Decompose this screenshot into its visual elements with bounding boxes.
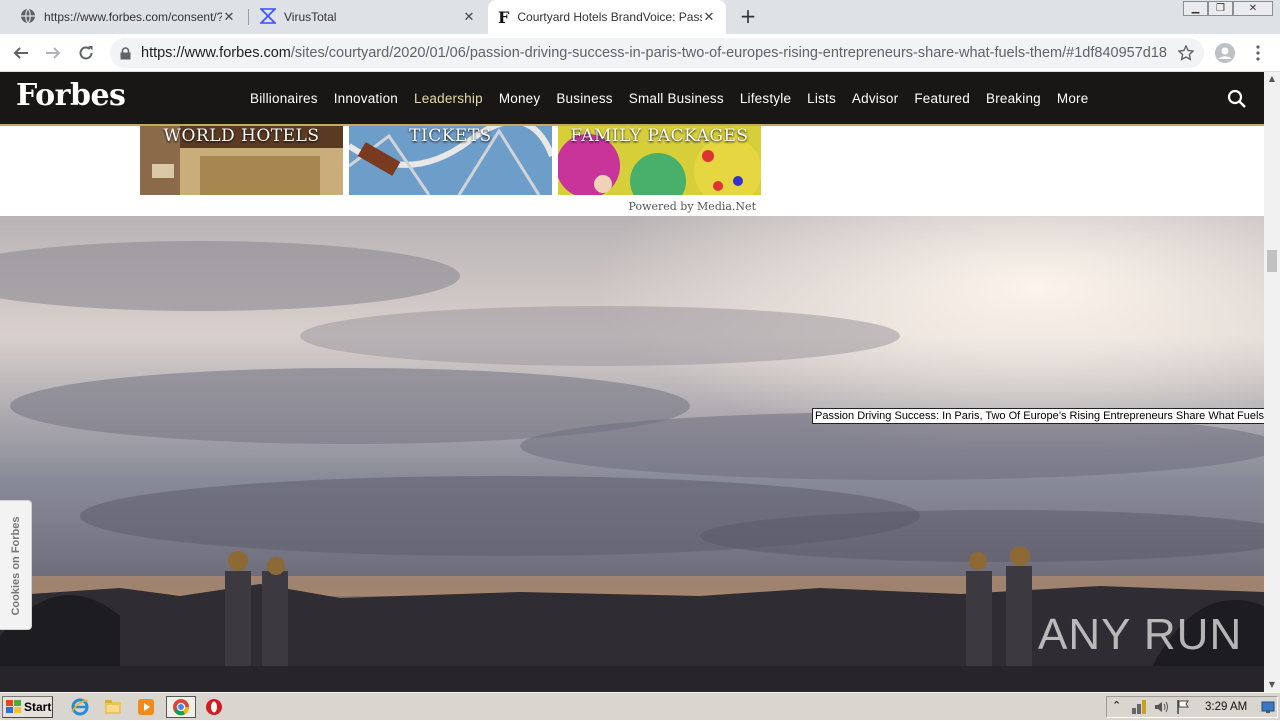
ad-label: FAMILY PACKAGES	[570, 126, 749, 146]
browser-toolbar: https://www.forbes.com/sites/courtyard/2…	[0, 34, 1280, 72]
page-scrollbar[interactable]: ▲ ▼	[1264, 72, 1280, 692]
start-label: Start	[24, 700, 52, 714]
title-tooltip: Passion Driving Success: In Paris, Two O…	[812, 408, 1280, 424]
file-explorer-icon[interactable]	[103, 697, 123, 717]
network-icon[interactable]	[1131, 699, 1147, 715]
avatar-icon	[1215, 43, 1235, 63]
windows-flag-icon	[6, 700, 21, 713]
tab-virustotal[interactable]: VirusTotal ✕	[250, 0, 486, 34]
browser-tab-strip: https://www.forbes.com/consent/?t ✕ Viru…	[0, 0, 1280, 34]
tab-title: https://www.forbes.com/consent/?t	[44, 10, 222, 24]
scroll-down-arrow-icon[interactable]: ▼	[1264, 678, 1280, 692]
ad-tile-family-packages[interactable]: FAMILY PACKAGES	[558, 126, 761, 195]
profile-button[interactable]	[1214, 42, 1236, 64]
nav-item-innovation[interactable]: Innovation	[326, 91, 406, 106]
browser-menu-button[interactable]	[1247, 42, 1269, 64]
cookies-on-forbes-tab[interactable]: Cookies on Forbes	[0, 500, 32, 630]
nav-item-billionaires[interactable]: Billionaires	[242, 91, 326, 106]
show-desktop-icon[interactable]	[1261, 700, 1275, 714]
lock-icon	[120, 46, 131, 59]
close-icon[interactable]: ✕	[462, 9, 476, 25]
powered-by-label[interactable]: Powered by Media.Net	[560, 200, 756, 213]
url-text: https://www.forbes.com/sites/courtyard/2…	[141, 45, 1167, 61]
arrow-left-icon	[13, 47, 28, 59]
forbes-header: Forbes Billionaires Innovation Leadershi…	[0, 72, 1264, 126]
nav-item-advisor[interactable]: Advisor	[844, 91, 906, 106]
chrome-taskbar-button[interactable]	[166, 696, 196, 718]
url-path: /sites/courtyard/2020/01/06/passion-driv…	[290, 45, 1167, 61]
nav-item-money[interactable]: Money	[491, 91, 549, 106]
ad-label: TICKETS	[409, 126, 492, 146]
forbes-f-icon: F	[498, 7, 510, 27]
show-hidden-icons-icon[interactable]: ⌃	[1112, 699, 1121, 712]
system-tray: ⌃ 3:29 AM	[1106, 696, 1278, 718]
star-icon	[1178, 45, 1194, 61]
close-icon[interactable]: ✕	[702, 9, 716, 25]
tab-forbes-consent[interactable]: https://www.forbes.com/consent/?t ✕	[10, 0, 246, 34]
nav-item-business[interactable]: Business	[548, 91, 620, 106]
virustotal-icon	[259, 7, 277, 27]
scroll-up-arrow-icon[interactable]: ▲	[1264, 72, 1280, 86]
scroll-thumb[interactable]	[1267, 250, 1277, 272]
address-bar[interactable]: https://www.forbes.com/sites/courtyard/2…	[110, 38, 1204, 68]
kebab-menu-icon	[1256, 45, 1260, 61]
windows-taskbar: Start ⌃ 3:29 AM	[0, 692, 1280, 720]
action-center-flag-icon[interactable]	[1175, 699, 1191, 715]
ad-label: WORLD HOTELS	[163, 126, 320, 146]
media-player-icon[interactable]	[136, 697, 156, 717]
nav-item-more[interactable]: More	[1049, 91, 1097, 106]
volume-icon[interactable]	[1153, 699, 1169, 715]
search-button[interactable]	[1227, 89, 1247, 109]
reload-button[interactable]	[75, 42, 97, 64]
restore-button[interactable]: ❐	[1208, 1, 1233, 16]
tab-title: Courtyard Hotels BrandVoice: Passio	[517, 10, 702, 24]
search-icon	[1227, 89, 1246, 108]
cookies-tab-label: Cookies on Forbes	[10, 516, 22, 616]
ad-strip: WORLD HOTELS TICKETS FAMILY PACKAGES Pow…	[0, 126, 1264, 216]
reload-icon	[79, 46, 93, 60]
tab-title: VirusTotal	[284, 10, 337, 24]
bookmark-star-button[interactable]	[1175, 42, 1197, 64]
close-window-button[interactable]: ✕	[1233, 1, 1273, 16]
arrow-right-icon	[46, 47, 61, 59]
anyrun-watermark: ANY RUN	[1038, 610, 1242, 660]
minimize-button[interactable]: ▁	[1183, 1, 1208, 16]
ad-tile-tickets[interactable]: TICKETS	[349, 126, 552, 195]
nav-item-small-business[interactable]: Small Business	[621, 91, 732, 106]
nav-item-leadership[interactable]: Leadership	[406, 91, 491, 106]
hero-image-paris-sunset: ANY RUN	[0, 216, 1264, 692]
url-host: https://www.forbes.com	[141, 45, 291, 61]
globe-icon	[20, 8, 36, 27]
nav-item-lists[interactable]: Lists	[799, 91, 844, 106]
start-button[interactable]: Start	[2, 696, 53, 718]
nav-item-lifestyle[interactable]: Lifestyle	[732, 91, 799, 106]
chrome-icon	[173, 699, 190, 716]
tab-divider	[248, 9, 249, 25]
forbes-logo[interactable]: Forbes	[16, 78, 126, 113]
opera-icon[interactable]	[204, 697, 224, 717]
forbes-nav-menu: Billionaires Innovation Leadership Money…	[242, 72, 1096, 124]
nav-item-breaking[interactable]: Breaking	[978, 91, 1049, 106]
close-icon[interactable]: ✕	[222, 9, 236, 25]
new-tab-button[interactable]: +	[738, 6, 758, 26]
ad-tile-world-hotels[interactable]: WORLD HOTELS	[140, 126, 343, 195]
internet-explorer-icon[interactable]	[70, 697, 90, 717]
forward-button[interactable]	[42, 42, 64, 64]
tab-courtyard-article[interactable]: F Courtyard Hotels BrandVoice: Passio ✕	[488, 0, 726, 34]
nav-item-featured[interactable]: Featured	[906, 91, 978, 106]
back-button[interactable]	[10, 42, 32, 64]
watermark-text: ANY RUN	[1038, 610, 1243, 659]
taskbar-clock[interactable]: 3:29 AM	[1205, 697, 1247, 717]
